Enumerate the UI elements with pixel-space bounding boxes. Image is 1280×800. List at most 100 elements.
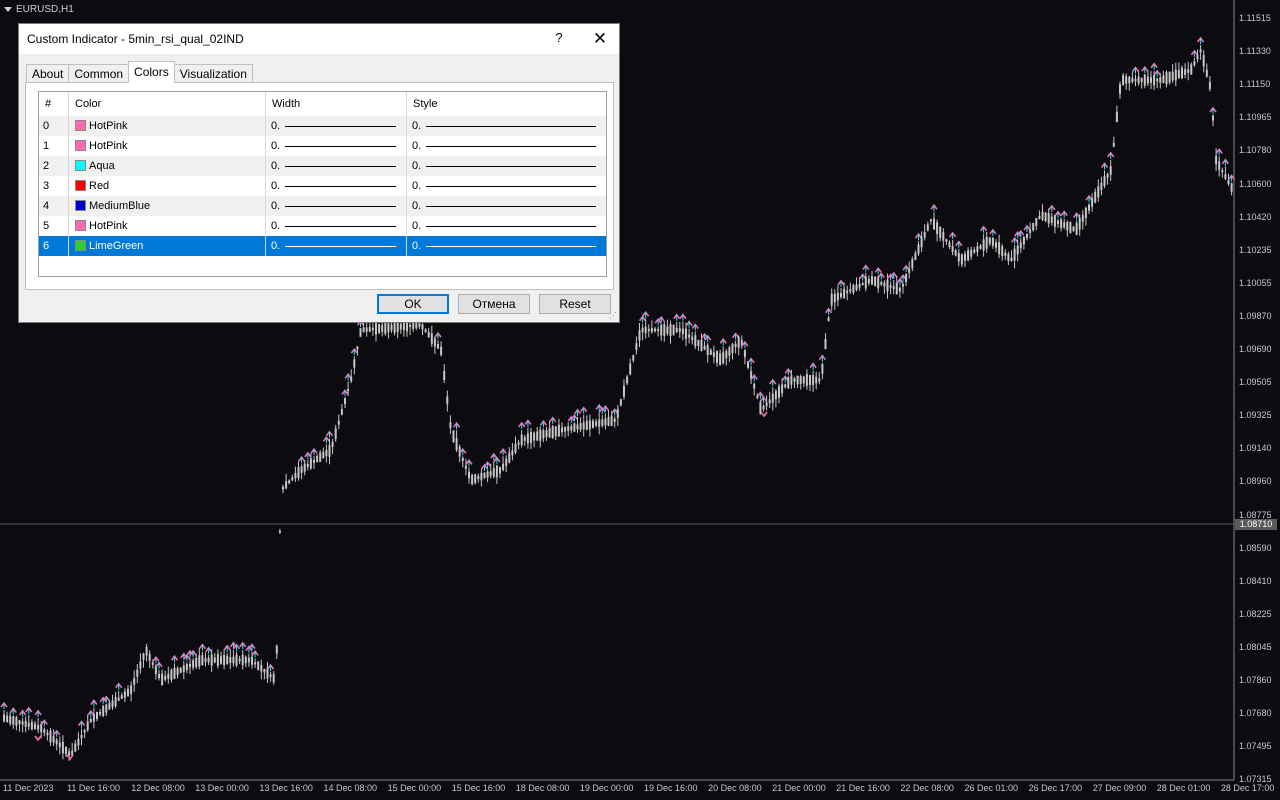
candle-body <box>12 716 15 725</box>
style-value: 0. <box>412 240 422 252</box>
color-cell[interactable]: HotPink <box>68 136 265 156</box>
row-index: 6 <box>43 240 50 252</box>
color-row[interactable]: 1 HotPink 0. 0. <box>39 136 606 156</box>
color-swatch[interactable] <box>75 160 86 171</box>
color-cell[interactable]: MediumBlue <box>68 196 265 216</box>
width-cell[interactable]: 0. <box>265 116 406 136</box>
candle-body <box>195 657 198 668</box>
candle-body <box>1221 170 1224 173</box>
color-swatch[interactable] <box>75 240 86 251</box>
color-name: HotPink <box>89 140 128 152</box>
candle-body <box>554 426 557 437</box>
color-cell[interactable]: LimeGreen <box>68 236 265 256</box>
close-icon[interactable]: ✕ <box>585 27 615 51</box>
candle-body <box>58 742 61 748</box>
style-cell[interactable]: 0. <box>406 236 606 256</box>
candle-body <box>533 432 536 441</box>
colors-table: # Color Width Style 0 HotPink 0. 0. 1 HotPink… <box>38 91 607 277</box>
candle-body <box>1146 76 1149 84</box>
style-cell[interactable]: 0. <box>406 156 606 176</box>
tab-about[interactable]: About <box>26 64 70 83</box>
width-cell[interactable]: 0. <box>265 176 406 196</box>
candle-body <box>123 691 126 698</box>
price-tick-label: 1.10780 <box>1239 145 1272 156</box>
candle-body <box>263 668 266 673</box>
color-row[interactable]: 2 Aqua 0. 0. <box>39 156 606 176</box>
color-swatch[interactable] <box>75 200 86 211</box>
column-header-style[interactable]: Style <box>406 92 606 116</box>
tab-colors[interactable]: Colors <box>128 61 175 83</box>
candle-body <box>1081 214 1084 222</box>
width-cell[interactable]: 0. <box>265 216 406 236</box>
style-cell[interactable]: 0. <box>406 216 606 236</box>
price-tick-label: 1.08410 <box>1239 575 1272 586</box>
time-tick-label: 15 Dec 00:00 <box>387 783 442 793</box>
tab-visualization[interactable]: Visualization <box>173 64 253 83</box>
color-cell[interactable]: HotPink <box>68 116 265 136</box>
candle-body <box>970 249 973 257</box>
candle-body <box>1004 252 1007 256</box>
candle-body <box>1134 78 1137 82</box>
candle-body <box>827 317 830 321</box>
resize-grip-icon[interactable]: ⋰ <box>609 312 617 320</box>
time-tick-label: 28 Dec 01:00 <box>1156 783 1211 793</box>
tab-common[interactable]: Common <box>68 64 130 83</box>
style-cell[interactable]: 0. <box>406 196 606 216</box>
column-header-width[interactable]: Width <box>265 92 406 116</box>
candle-body <box>833 293 836 303</box>
candle-body <box>145 646 148 656</box>
color-row[interactable]: 5 HotPink 0. 0. <box>39 216 606 236</box>
candle-body <box>830 293 833 306</box>
color-swatch[interactable] <box>75 220 86 231</box>
candle-body <box>415 322 418 329</box>
style-cell[interactable]: 0. <box>406 136 606 156</box>
candle-body <box>86 721 89 731</box>
candle-body <box>427 331 430 338</box>
color-row[interactable]: 4 MediumBlue 0. 0. <box>39 196 606 216</box>
candle-body <box>1131 77 1134 83</box>
column-header-index[interactable]: # <box>39 92 68 116</box>
cancel-button[interactable]: Отмена <box>458 294 530 314</box>
width-cell[interactable]: 0. <box>265 156 406 176</box>
candle-body <box>784 384 787 388</box>
candle-body <box>988 237 991 244</box>
width-value: 0. <box>271 220 281 232</box>
color-swatch[interactable] <box>75 140 86 151</box>
reset-button[interactable]: Reset <box>539 294 611 314</box>
color-row[interactable]: 0 HotPink 0. 0. <box>39 116 606 136</box>
width-cell[interactable]: 0. <box>265 136 406 156</box>
candle-body <box>982 239 985 251</box>
ok-button[interactable]: OK <box>377 294 449 314</box>
color-row[interactable]: 6 LimeGreen 0. 0. <box>39 236 606 256</box>
style-cell[interactable]: 0. <box>406 116 606 136</box>
width-cell[interactable]: 0. <box>265 196 406 216</box>
candle-body <box>241 654 244 666</box>
color-cell[interactable]: Aqua <box>68 156 265 176</box>
dialog-titlebar[interactable]: Custom Indicator - 5min_rsi_qual_02IND ?… <box>19 24 619 54</box>
dropdown-triangle-icon[interactable] <box>4 7 12 12</box>
color-row[interactable]: 3 Red 0. 0. <box>39 176 606 196</box>
column-header-color[interactable]: Color <box>68 92 265 116</box>
candle-body <box>402 322 405 331</box>
color-swatch[interactable] <box>75 120 86 131</box>
style-value: 0. <box>412 180 422 192</box>
candle-body <box>1119 84 1121 94</box>
candle-body <box>378 323 381 334</box>
candle-body <box>440 346 443 355</box>
candle-body <box>700 339 703 351</box>
width-cell[interactable]: 0. <box>265 236 406 256</box>
candle-body <box>812 375 815 385</box>
candle-body <box>979 245 982 249</box>
color-swatch[interactable] <box>75 180 86 191</box>
price-tick-label: 1.08225 <box>1239 608 1272 619</box>
candle-body <box>37 725 40 730</box>
candle-body <box>229 657 232 663</box>
help-icon[interactable]: ? <box>549 30 569 45</box>
candle-body <box>176 668 179 676</box>
color-cell[interactable]: HotPink <box>68 216 265 236</box>
candle-body <box>508 452 511 463</box>
candle-body <box>598 419 601 427</box>
style-cell[interactable]: 0. <box>406 176 606 196</box>
candle-body <box>852 284 855 293</box>
color-cell[interactable]: Red <box>68 176 265 196</box>
